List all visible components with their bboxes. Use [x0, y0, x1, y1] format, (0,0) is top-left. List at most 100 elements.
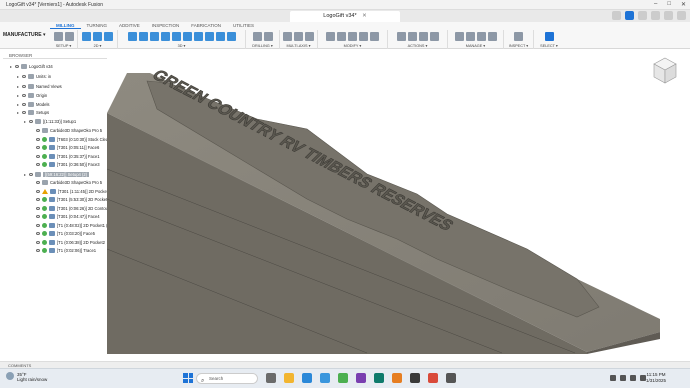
browser-tree-item[interactable]: [T301 (0:05:11)] Face6 [30, 143, 99, 151]
visibility-eye-icon[interactable] [36, 197, 40, 201]
expand-chevron-icon[interactable]: ▸ [23, 119, 27, 124]
weather-widget[interactable]: 35°F Light rain/snow [6, 372, 47, 382]
fusion-app-icon[interactable] [392, 373, 402, 383]
expand-chevron-icon[interactable]: ▸ [16, 102, 20, 107]
select-group[interactable]: SELECT ▾ [534, 30, 564, 49]
chrome-icon[interactable] [338, 373, 348, 383]
close-tab-icon[interactable]: ✕ [362, 13, 367, 19]
maximize-button[interactable]: □ [667, 1, 671, 8]
3d-group[interactable]: 3D ▾ [118, 30, 246, 49]
browser-tree-item[interactable]: [T1 (0:06:38)] 2D Pocket2 [30, 238, 105, 246]
browser-tree-item[interactable]: ▸ [(1:11:33)] Setup1 [23, 117, 76, 125]
browser-tree-item[interactable]: [T1 (0:03:20)] Face5 [30, 229, 95, 237]
help-icon[interactable] [664, 11, 673, 20]
browser-tree-item[interactable]: [T1 (0:48:02)] 2D Pocket1 (4) [30, 221, 111, 229]
browser-tree-item[interactable]: [T301 (0:06:26)] 2D Contour1 [30, 204, 112, 212]
transform-icon[interactable] [337, 31, 346, 41]
browser-tree-item[interactable]: [T301 (0:36:50)] Face3 [30, 160, 100, 168]
visibility-eye-icon[interactable] [22, 102, 26, 106]
modify-group[interactable]: MODIFY ▾ [318, 30, 388, 49]
visibility-eye-icon[interactable] [22, 84, 26, 88]
browser-tree-item[interactable]: [T301 (0:04:47)] Face4 [30, 212, 100, 220]
terminal-icon[interactable] [410, 373, 420, 383]
ramp-icon[interactable] [182, 31, 192, 41]
expand-chevron-icon[interactable]: ▸ [23, 172, 27, 177]
browser-tree-item[interactable]: ▸ Origin [16, 91, 47, 99]
expand-chevron-icon[interactable]: ▸ [16, 74, 20, 79]
browser-tree-item[interactable]: ▸ Units: in [16, 72, 51, 80]
3d-group-label[interactable]: 3D ▾ [178, 43, 186, 48]
app-icon[interactable] [428, 373, 438, 383]
minimize-button[interactable]: – [654, 1, 657, 8]
tool-library-icon[interactable] [454, 31, 464, 41]
file-explorer-icon[interactable] [284, 373, 294, 383]
visibility-eye-icon[interactable] [36, 162, 40, 166]
multi-axis-group[interactable]: MULTI-AXIS ▾ [280, 30, 318, 49]
expand-chevron-icon[interactable]: ▸ [16, 110, 20, 115]
browser-tree-item[interactable]: Carbide3D ShapeOko Pro 5 [30, 178, 102, 186]
visibility-eye-icon[interactable] [36, 231, 40, 235]
close-button[interactable]: ✕ [681, 1, 686, 8]
account-icon[interactable] [677, 11, 686, 20]
pocket-clearing-icon[interactable] [138, 31, 148, 41]
swarf-icon[interactable] [283, 31, 292, 41]
visibility-eye-icon[interactable] [29, 172, 33, 176]
2d-group-label[interactable]: 2D ▾ [94, 43, 102, 48]
contour-icon[interactable] [171, 31, 181, 41]
browser-tree-item[interactable]: ▸ LogoGift v34 [9, 62, 53, 70]
visual-studio-icon[interactable] [356, 373, 366, 383]
taskbar-search[interactable]: ⌕ Search [196, 373, 258, 384]
visibility-eye-icon[interactable] [22, 93, 26, 97]
manage-group[interactable]: MANAGE ▾ [448, 30, 504, 49]
browser-tree-item[interactable]: ▸ Setups [16, 108, 49, 116]
2d-pocket-icon[interactable] [93, 31, 102, 41]
actions-group[interactable]: ACTIONS ▾ [388, 30, 448, 49]
visibility-eye-icon[interactable] [29, 119, 33, 123]
select-cursor-icon[interactable] [544, 31, 554, 41]
tab-fabrication[interactable]: FABRICATION [185, 22, 227, 29]
visibility-eye-icon[interactable] [36, 137, 40, 141]
expand-chevron-icon[interactable]: ▸ [16, 93, 20, 98]
browser-tree-item[interactable]: [T301 (1:11:45)] 2D Pocket1 (2) [30, 187, 117, 195]
windows-start-icon[interactable] [183, 373, 193, 383]
select-group-label[interactable]: SELECT ▾ [540, 43, 558, 48]
tab-utilities[interactable]: UTILITIES [227, 22, 260, 29]
drilling-group-label[interactable]: DRILLING ▾ [252, 43, 272, 48]
parallel-icon[interactable] [204, 31, 214, 41]
multi-axis-contour-icon[interactable] [294, 31, 303, 41]
document-tab[interactable]: LogoGift v34* ✕ [290, 11, 400, 22]
browser-tree-item[interactable]: ▸ Named Views [16, 82, 62, 90]
pencil-icon[interactable] [215, 31, 225, 41]
expand-chevron-icon[interactable]: ▸ [16, 84, 20, 89]
new-setup-icon[interactable] [53, 31, 63, 41]
drilling-group[interactable]: DRILLING ▾ [246, 30, 280, 49]
mail-icon[interactable] [320, 373, 330, 383]
inspect-group-label[interactable]: INSPECT ▾ [509, 43, 528, 48]
extensions-icon[interactable] [625, 11, 634, 20]
visibility-eye-icon[interactable] [36, 180, 40, 184]
2d-adaptive-icon[interactable] [82, 31, 91, 41]
browser-tree-item[interactable]: [T301 (0:35:37)] Face1 [30, 152, 100, 160]
visibility-eye-icon[interactable] [36, 128, 40, 132]
setup-sheet-icon[interactable] [64, 31, 74, 41]
expand-chevron-icon[interactable]: ▸ [9, 64, 13, 69]
browser-tree-item[interactable]: ▸ [(59:16:22)] Setup4 (2) [23, 170, 90, 178]
horizontal-icon[interactable] [193, 31, 203, 41]
visibility-eye-icon[interactable] [36, 240, 40, 244]
task-view-icon[interactable] [266, 373, 276, 383]
browser-header[interactable]: BROWSER [3, 52, 107, 59]
3d-viewport[interactable]: GREEN COUNTRY RV TIMBERS RESERVES [106, 49, 690, 354]
visibility-eye-icon[interactable] [22, 74, 26, 78]
tray-chevron-icon[interactable] [610, 375, 616, 381]
notifications-icon[interactable] [651, 11, 660, 20]
visibility-eye-icon[interactable] [36, 248, 40, 252]
actions-group-label[interactable]: ACTIONS ▾ [408, 43, 428, 48]
setup-group[interactable]: SETUP ▾ [50, 30, 78, 49]
visibility-eye-icon[interactable] [15, 64, 19, 68]
visibility-eye-icon[interactable] [36, 154, 40, 158]
steep-shallow-icon[interactable] [149, 31, 159, 41]
measure-icon[interactable] [514, 31, 523, 41]
comments-bar[interactable]: COMMENTS [0, 361, 690, 368]
post-library-icon[interactable] [476, 31, 486, 41]
post-process-icon[interactable] [418, 31, 428, 41]
